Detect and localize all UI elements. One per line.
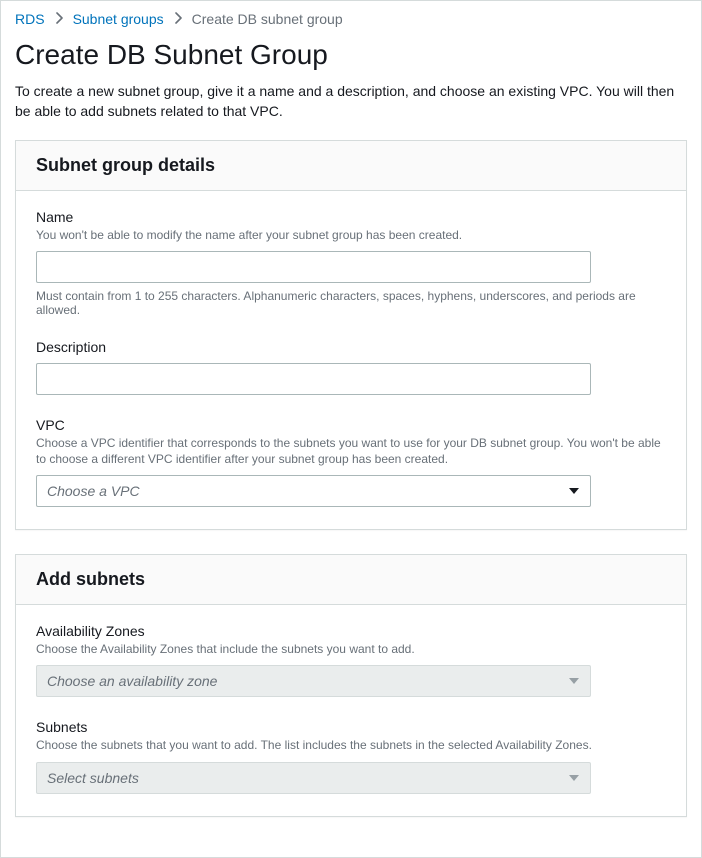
field-availability-zones: Availability Zones Choose the Availabili…	[36, 623, 666, 697]
label-description: Description	[36, 339, 666, 355]
subnets-select-placeholder: Select subnets	[47, 770, 139, 786]
vpc-select[interactable]: Choose a VPC	[36, 475, 591, 507]
panel-title: Add subnets	[36, 569, 666, 590]
label-name: Name	[36, 209, 666, 225]
page-description: To create a new subnet group, give it a …	[15, 81, 687, 122]
name-input[interactable]	[36, 251, 591, 283]
hint-subnets: Choose the subnets that you want to add.…	[36, 737, 666, 753]
hint-availability-zones: Choose the Availability Zones that inclu…	[36, 641, 666, 657]
hint-vpc: Choose a VPC identifier that corresponds…	[36, 435, 666, 467]
field-vpc: VPC Choose a VPC identifier that corresp…	[36, 417, 666, 507]
chevron-right-icon	[55, 11, 63, 27]
subnets-select[interactable]: Select subnets	[36, 762, 591, 794]
panel-header: Add subnets	[16, 555, 686, 605]
panel-add-subnets: Add subnets Availability Zones Choose th…	[15, 554, 687, 816]
label-subnets: Subnets	[36, 719, 666, 735]
caret-down-icon	[569, 488, 579, 494]
breadcrumb: RDS Subnet groups Create DB subnet group	[15, 9, 687, 33]
hint-name: You won't be able to modify the name aft…	[36, 227, 666, 243]
caret-down-icon	[569, 678, 579, 684]
availability-zone-select[interactable]: Choose an availability zone	[36, 665, 591, 697]
page-title: Create DB Subnet Group	[15, 39, 687, 71]
field-name: Name You won't be able to modify the nam…	[36, 209, 666, 317]
field-description: Description	[36, 339, 666, 395]
vpc-select-placeholder: Choose a VPC	[47, 483, 140, 499]
breadcrumb-link-subnet-groups[interactable]: Subnet groups	[73, 11, 164, 27]
field-subnets: Subnets Choose the subnets that you want…	[36, 719, 666, 793]
availability-zone-select-placeholder: Choose an availability zone	[47, 673, 217, 689]
description-input[interactable]	[36, 363, 591, 395]
breadcrumb-current: Create DB subnet group	[192, 11, 343, 27]
chevron-right-icon	[174, 11, 182, 27]
panel-header: Subnet group details	[16, 141, 686, 191]
panel-subnet-group-details: Subnet group details Name You won't be a…	[15, 140, 687, 531]
panel-title: Subnet group details	[36, 155, 666, 176]
label-vpc: VPC	[36, 417, 666, 433]
breadcrumb-link-rds[interactable]: RDS	[15, 11, 45, 27]
caret-down-icon	[569, 775, 579, 781]
label-availability-zones: Availability Zones	[36, 623, 666, 639]
constraint-name: Must contain from 1 to 255 characters. A…	[36, 289, 666, 317]
